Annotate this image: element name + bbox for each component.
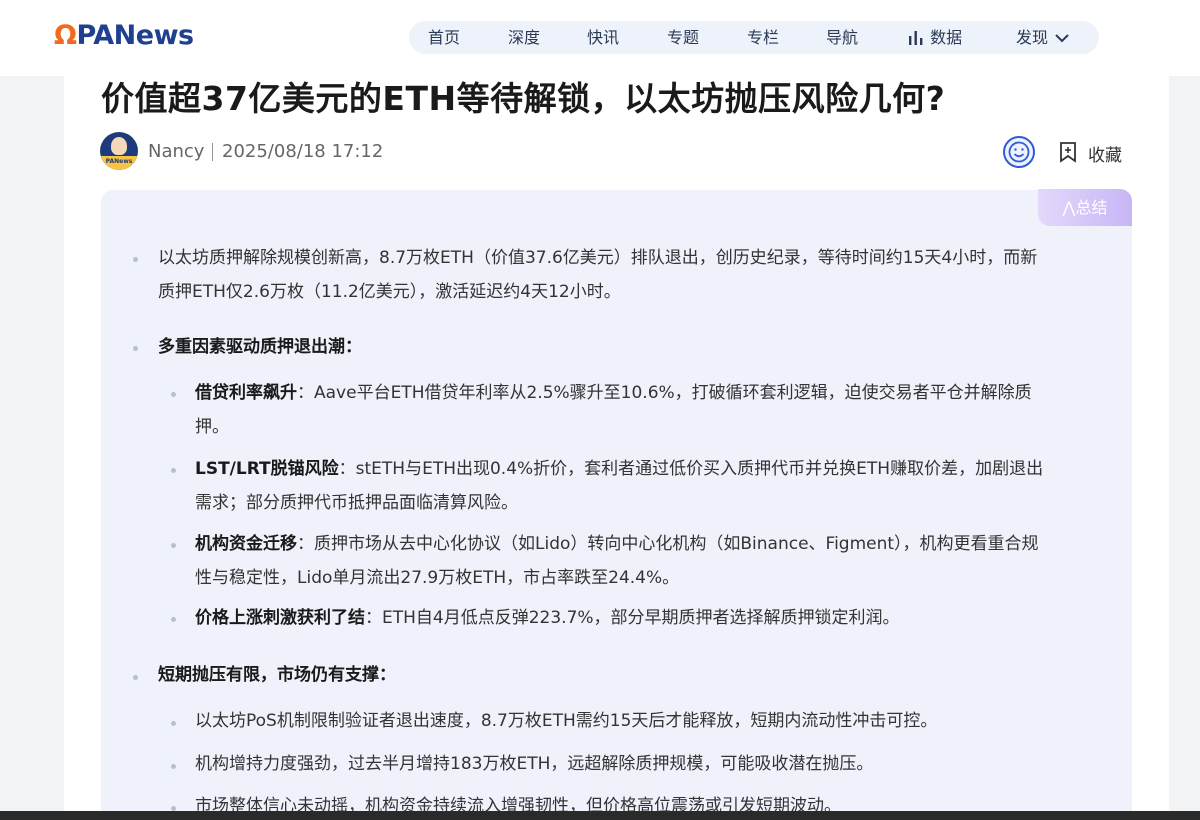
bullet-icon (171, 721, 176, 726)
bullet-icon (171, 764, 176, 769)
site-logo[interactable]: ΩPANews (54, 20, 194, 51)
section2-title: 短期抛压有限，市场仍有支撑： (158, 665, 396, 685)
nav-item-topics[interactable]: 专题 (667, 21, 699, 54)
nav-item-columns[interactable]: 专栏 (747, 21, 779, 54)
nav-item-discover-label: 发现 (1016, 28, 1049, 47)
nav-item-flash[interactable]: 快讯 (587, 21, 619, 54)
bookmark-icon[interactable] (1059, 141, 1077, 163)
summary-badge-label: 总结 (1075, 198, 1108, 217)
nav-item-discover[interactable]: 发现 (1016, 21, 1071, 54)
list-item: 机构资金迁移：质押市场从去中心化协议（如Lido）转向中心化机构（如Binanc… (195, 534, 1039, 554)
list-item-continuation: 性与稳定性，Lido单月流出27.9万枚ETH，市占率跌至24.4%。 (195, 568, 680, 588)
main-nav: 首页 深度 快讯 专题 专栏 导航 数据 发现 (409, 21, 1099, 54)
ai-icon: ⋀ (1062, 198, 1076, 217)
nav-item-home[interactable]: 首页 (428, 21, 460, 54)
section1-title: 多重因素驱动质押退出潮： (158, 337, 362, 357)
list-item: 价格上涨刺激获利了结：ETH自4月低点反弹223.7%，部分早期质押者选择解质押… (195, 608, 900, 628)
favorite-button[interactable]: 收藏 (1088, 141, 1122, 166)
bullet-icon (133, 675, 138, 680)
nav-item-data-label: 数据 (930, 28, 963, 47)
summary-intro-line2: 质押ETH仅2.6万枚（11.2亿美元），激活延迟约4天12小时。 (158, 282, 621, 302)
list-item-continuation: 需求；部分质押代币抵押品面临清算风险。 (195, 493, 518, 513)
article-title: 价值超37亿美元的ETH等待解锁，以太坊抛压风险几何? (101, 79, 946, 118)
avatar[interactable]: PANews (100, 132, 138, 170)
avatar-label: PANews (100, 156, 138, 170)
bottom-strip (0, 811, 1200, 820)
list-item-continuation: 押。 (195, 417, 229, 437)
bullet-icon (133, 257, 138, 262)
bar-chart-icon (907, 28, 925, 47)
bullet-icon (171, 543, 176, 548)
bullet-icon (171, 392, 176, 397)
meta-divider (212, 143, 213, 161)
list-item: LST/LRT脱锚风险：stETH与ETH出现0.4%折价，套利者通过低价买入质… (195, 459, 1044, 479)
summary-intro-line1: 以太坊质押解除规模创新高，8.7万枚ETH（价值37.6亿美元）排队退出，创历史… (158, 248, 1038, 268)
logo-text: PANews (76, 20, 194, 51)
smile-icon (1008, 141, 1030, 163)
chevron-down-icon (1053, 28, 1071, 47)
author-name[interactable]: Nancy (148, 141, 204, 162)
nav-item-depth[interactable]: 深度 (508, 21, 540, 54)
summary-badge[interactable]: ⋀总结 (1038, 189, 1132, 226)
avatar-face (111, 137, 127, 155)
list-item: 机构增持力度强劲，过去半月增持183万枚ETH，远超解除质押规模，可能吸收潜在抛… (195, 754, 874, 774)
list-item: 以太坊PoS机制限制验证者退出速度，8.7万枚ETH需约15天后才能释放，短期内… (195, 711, 938, 731)
bullet-icon (171, 617, 176, 622)
logo-mark: Ω (54, 20, 77, 51)
bullet-icon (133, 346, 138, 351)
bullet-icon (171, 468, 176, 473)
publish-date: 2025/08/18 17:12 (222, 141, 384, 162)
list-item: 借贷利率飙升：Aave平台ETH借贷年利率从2.5%骤升至10.6%，打破循环套… (195, 383, 1032, 403)
reaction-button[interactable] (1003, 136, 1035, 168)
nav-item-data[interactable]: 数据 (907, 21, 962, 54)
nav-item-navigation[interactable]: 导航 (826, 21, 858, 54)
